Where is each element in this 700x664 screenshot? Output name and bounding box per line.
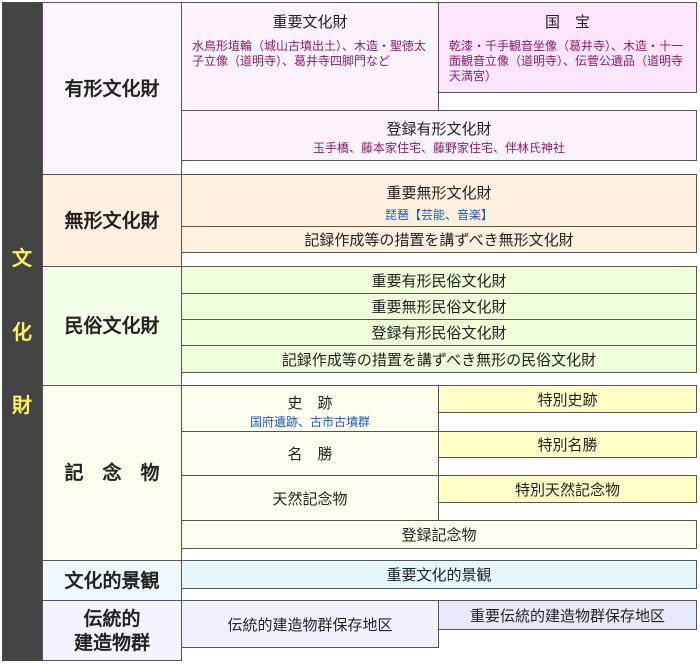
cell-kokuho: 国 宝 乾漆・千手観音坐像（葛井寺）、木造・十一面観音立像（道明寺）、伝菅公遺品… [438, 2, 697, 93]
toroku-kinenbutsu-title: 登録記念物 [401, 526, 477, 544]
cell-kiroku-mukei: 記録作成等の措置を講ずべき無形文化財 [181, 226, 697, 253]
juyo-bunkazai-examples: 水鳥形埴輪（城山古墳出土）、木造・聖徳太子立像（道明寺）、葛井寺四脚門など [192, 39, 427, 68]
cell-dento-hozon: 伝統的建造物群保存地区 [181, 600, 439, 648]
cell-minzoku-row-2: 重要無形民俗文化財 [181, 293, 697, 320]
cell-juyo-bunkazai: 重要文化財 水鳥形埴輪（城山古墳出土）、木造・聖徳太子立像（道明寺）、葛井寺四脚… [181, 2, 439, 111]
category-kinenbutsu: 記 念 物 [42, 385, 182, 561]
cell-shiseki: 史 跡 国府遺跡、古市古墳群 [181, 385, 439, 432]
minzoku-row-4-title: 記録作成等の措置を講ずべき無形の民俗文化財 [281, 350, 597, 369]
cell-minzoku-row-3: 登録有形民俗文化財 [181, 319, 697, 346]
juyo-bunkazai-title: 重要文化財 [272, 13, 348, 31]
cell-juyo-dento: 重要伝統的建造物群保存地区 [438, 600, 697, 630]
cell-toroku-kinenbutsu: 登録記念物 [181, 520, 697, 549]
juyo-keikan-title: 重要文化的景観 [386, 566, 492, 584]
juyo-mukei-title: 重要無形文化財 [386, 184, 492, 202]
category-mukei-label: 無形文化財 [64, 209, 160, 232]
cell-tennen: 天然記念物 [181, 475, 439, 521]
category-minzoku-label: 民俗文化財 [64, 315, 160, 337]
cell-tokubetsu-shiseki: 特別史跡 [438, 385, 697, 413]
minzoku-row-1-title: 重要有形民俗文化財 [371, 271, 507, 290]
shiseki-examples: 国府遺跡、古市古墳群 [249, 415, 370, 429]
tokubetsu-shiseki-title: 特別史跡 [537, 390, 598, 409]
tokubetsu-tennen-title: 特別天然記念物 [514, 480, 620, 499]
cell-meisho: 名 勝 [181, 431, 439, 476]
category-keikan-label: 文化的景観 [64, 569, 160, 592]
sidebar: 文 化 財 [2, 2, 42, 661]
toroku-yukei-examples: 玉手橋、藤本家住宅、藤野家住宅、伴林氏神社 [312, 141, 565, 155]
category-yukei: 有形文化財 [42, 2, 182, 175]
cell-tokubetsu-meisho: 特別名勝 [438, 431, 697, 458]
shiseki-title: 史 跡 [287, 394, 333, 412]
sidebar-char-3: 財 [12, 393, 32, 417]
juyo-mukei-examples: 琵琶【芸能、音楽】 [384, 208, 493, 222]
tokubetsu-meisho-title: 特別名勝 [537, 436, 598, 454]
dento-hozon-title: 伝統的建造物群保存地区 [227, 615, 393, 634]
cell-tokubetsu-tennen: 特別天然記念物 [438, 475, 697, 503]
category-mukei: 無形文化財 [42, 174, 182, 267]
minzoku-row-2-title: 重要無形民俗文化財 [371, 298, 507, 316]
sidebar-char-2: 化 [12, 320, 32, 344]
category-dento-label-2: 建造物群 [73, 631, 150, 654]
category-dento-label-1: 伝統的 [83, 607, 141, 630]
kokuho-title: 国 宝 [544, 13, 590, 31]
tennen-title: 天然記念物 [272, 489, 348, 508]
meisho-title: 名 勝 [287, 445, 333, 463]
kiroku-mukei-title: 記録作成等の措置を講ずべき無形文化財 [304, 231, 574, 249]
juyo-dento-title: 重要伝統的建造物群保存地区 [469, 606, 665, 625]
cell-minzoku-row-4: 記録作成等の措置を講ずべき無形の民俗文化財 [181, 345, 697, 373]
category-dento: 伝統的 建造物群 [42, 600, 182, 661]
toroku-yukei-title: 登録有形文化財 [386, 120, 492, 138]
category-kinenbutsu-label: 記 念 物 [64, 462, 160, 484]
cell-juyo-keikan: 重要文化的景観 [181, 560, 697, 589]
category-keikan: 文化的景観 [42, 560, 182, 601]
category-minzoku: 民俗文化財 [42, 266, 182, 386]
cell-juyo-mukei: 重要無形文化財 琵琶【芸能、音楽】 [181, 174, 697, 227]
cell-toroku-yukei: 登録有形文化財 玉手橋、藤本家住宅、藤野家住宅、伴林氏神社 [181, 110, 697, 161]
sidebar-char-1: 文 [12, 246, 32, 270]
category-yukei-label: 有形文化財 [64, 77, 160, 100]
minzoku-row-3-title: 登録有形民俗文化財 [371, 324, 507, 342]
kokuho-examples: 乾漆・千手観音坐像（葛井寺）、木造・十一面観音立像（道明寺）、伝菅公遺品（道明寺… [449, 39, 684, 83]
cell-minzoku-row-1: 重要有形民俗文化財 [181, 266, 697, 294]
